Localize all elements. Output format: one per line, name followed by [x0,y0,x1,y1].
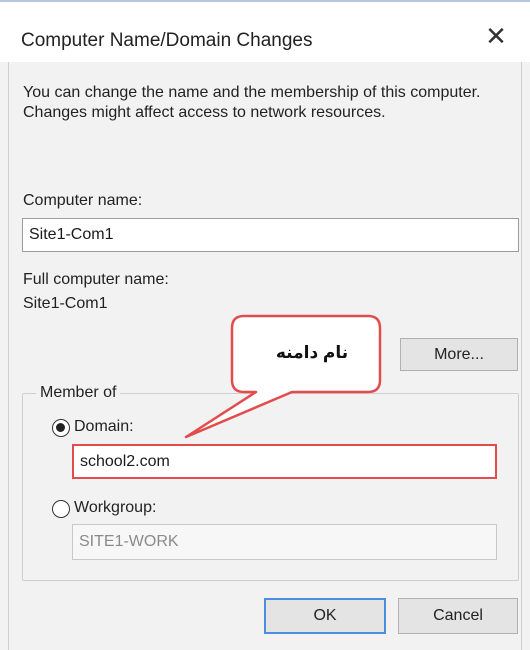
domain-radio-dot [56,423,65,432]
workgroup-input[interactable]: SITE1-WORK [72,524,497,560]
title-bar: Computer Name/Domain Changes ✕ [0,4,530,62]
ok-button[interactable]: OK [264,598,386,634]
computer-name-dialog: Computer Name/Domain Changes ✕ You can c… [0,0,530,650]
domain-label: Domain: [74,418,134,435]
dialog-border-right [521,62,522,650]
computer-name-label: Computer name: [23,192,143,209]
dialog-title: Computer Name/Domain Changes [21,30,313,51]
domain-value: school2.com [80,452,170,470]
close-icon[interactable]: ✕ [484,23,508,49]
workgroup-label: Workgroup: [74,499,157,516]
member-of-label: Member of [36,384,121,402]
computer-name-value: Site1-Com1 [29,226,114,243]
more-button[interactable]: More... [400,338,518,371]
cancel-button[interactable]: Cancel [398,598,518,634]
domain-radio[interactable] [52,419,70,437]
full-computer-name-label: Full computer name: [23,271,169,288]
callout-text: نام دامنه [275,343,349,362]
workgroup-radio[interactable] [52,500,70,518]
workgroup-value: SITE1-WORK [79,533,179,550]
computer-name-input[interactable]: Site1-Com1 [22,218,519,252]
description-text: You can change the name and the membersh… [23,84,481,121]
domain-input[interactable]: school2.com [72,444,497,479]
dialog-border-left [8,62,9,650]
full-computer-name-value: Site1-Com1 [23,295,108,312]
